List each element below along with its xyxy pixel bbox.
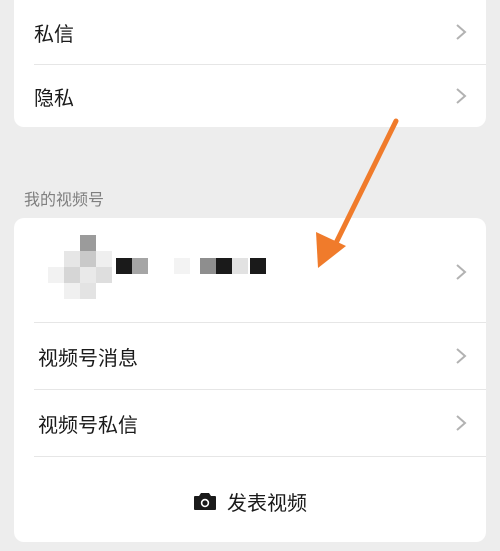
menu-item-label: 私信 <box>34 21 74 46</box>
menu-item-label: 视频号消息 <box>38 345 138 370</box>
menu-item-privacy[interactable]: 隐私 <box>14 65 486 127</box>
chevron-right-icon <box>456 88 467 104</box>
menu-item-channel-messages[interactable]: 视频号消息 <box>14 323 486 389</box>
menu-item-channel-private-messages[interactable]: 视频号私信 <box>14 390 486 456</box>
menu-item-private-message[interactable]: 私信 <box>14 0 486 64</box>
chevron-right-icon <box>456 24 467 40</box>
section-header-my-channels: 我的视频号 <box>24 190 105 209</box>
publish-video-label: 发表视频 <box>227 490 307 515</box>
channels-card: 视频号消息 视频号私信 发表视频 <box>14 218 486 542</box>
divider <box>34 456 486 457</box>
chevron-right-icon <box>456 415 467 431</box>
camera-icon <box>194 493 216 510</box>
channel-profile-row[interactable] <box>14 218 486 322</box>
avatar <box>46 233 118 305</box>
chevron-right-icon <box>456 264 467 280</box>
menu-item-label: 视频号私信 <box>38 412 138 437</box>
menu-item-label: 隐私 <box>34 85 74 110</box>
publish-video-button[interactable]: 发表视频 <box>14 476 486 526</box>
chevron-right-icon <box>456 348 467 364</box>
settings-card-top: 私信 隐私 <box>14 0 486 127</box>
channel-name-redacted <box>116 258 266 274</box>
